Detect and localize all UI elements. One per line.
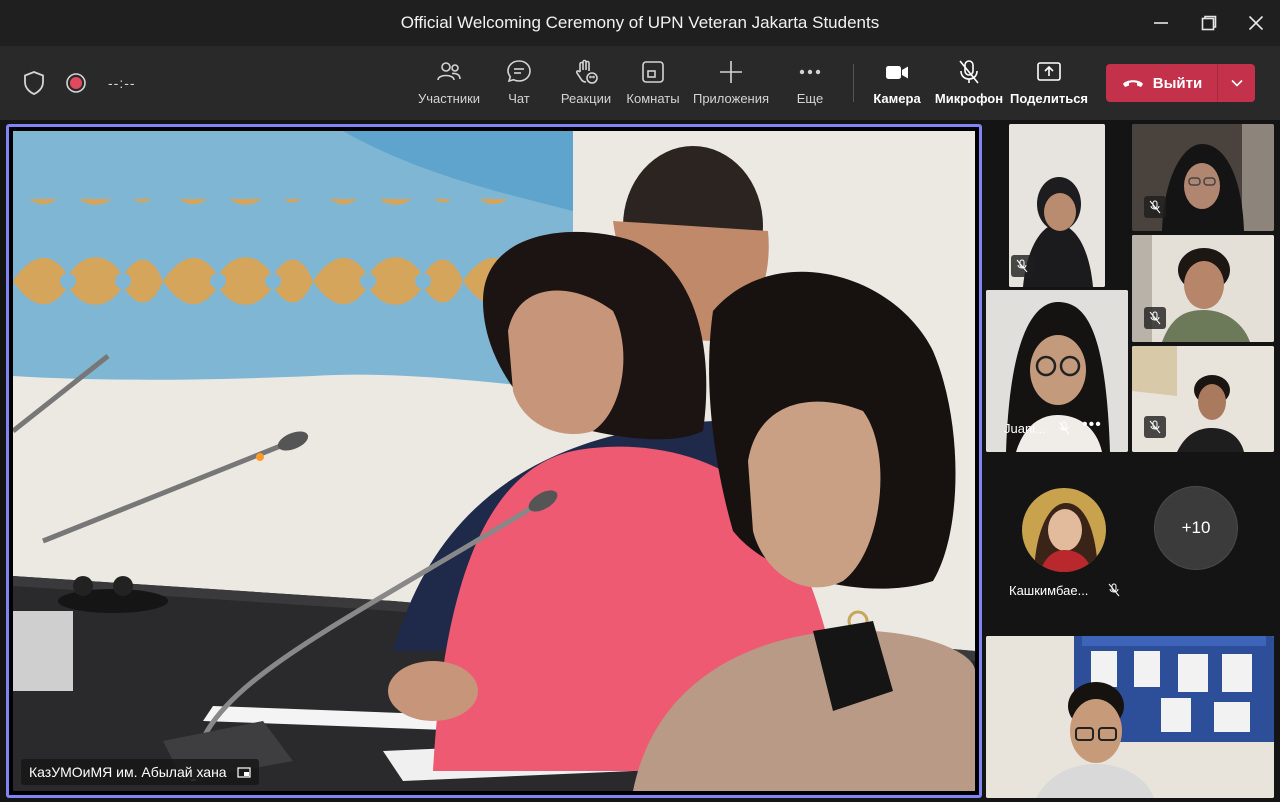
avatar: [1022, 488, 1106, 572]
more-button[interactable]: Еще: [770, 58, 850, 106]
close-button[interactable]: [1241, 8, 1271, 38]
chat-icon: [507, 60, 531, 83]
mic-off-icon: [1149, 420, 1161, 434]
participant-tile-4[interactable]: [1132, 346, 1274, 452]
mic-off-icon: [1149, 200, 1161, 214]
share-screen-icon: [1037, 62, 1061, 81]
minimize-button[interactable]: [1146, 8, 1176, 38]
participant-tile-2[interactable]: [1132, 124, 1274, 231]
participant-tile-1[interactable]: [1009, 124, 1105, 287]
share-button[interactable]: Поделиться: [1009, 58, 1089, 106]
self-view-video: [986, 636, 1274, 798]
recording-icon: [66, 73, 86, 93]
participants-button[interactable]: Участники: [409, 58, 489, 106]
maximize-button[interactable]: [1194, 8, 1224, 38]
leave-button[interactable]: Выйти: [1106, 64, 1217, 102]
leave-button-group: Выйти: [1106, 64, 1255, 102]
plus-icon: [720, 61, 742, 83]
conference-table-video-frame: [13, 131, 975, 791]
rooms-button[interactable]: Комнаты: [613, 58, 693, 106]
camera-label: Камера: [873, 91, 921, 106]
participant-tile-3[interactable]: [1132, 235, 1274, 342]
microphone-button[interactable]: Микрофон: [929, 58, 1009, 106]
speaker-video: [13, 131, 975, 791]
hand-emoji-icon: [575, 59, 598, 84]
pin-icon[interactable]: [236, 765, 251, 779]
ellipsis-icon: [799, 69, 821, 75]
camera-button[interactable]: Камера: [857, 58, 937, 106]
reactions-label: Реакции: [560, 91, 612, 106]
apps-label: Приложения: [692, 91, 770, 106]
more-label: Еще: [796, 91, 824, 106]
meeting-timer: --:--: [108, 75, 136, 91]
chat-label: Чат: [508, 91, 530, 106]
apps-button[interactable]: Приложения: [691, 58, 771, 106]
mic-off-icon: [1016, 259, 1028, 273]
microphone-label: Микрофон: [934, 91, 1004, 106]
leave-label: Выйти: [1152, 74, 1203, 92]
share-label: Поделиться: [1009, 91, 1089, 106]
participant-tile-juani[interactable]: Juani... •••: [986, 290, 1128, 452]
self-view-tile[interactable]: [986, 636, 1274, 798]
window-title: Official Welcoming Ceremony of UPN Veter…: [400, 13, 880, 32]
meeting-toolbar: --:-- Участники Чат Реакции Комнаты Прил…: [0, 46, 1280, 120]
minimize-icon: [1154, 22, 1168, 24]
restore-icon: [1201, 15, 1217, 31]
speaker-name-tag: КазУМОиМЯ им. Абылай хана: [21, 759, 259, 785]
more-participants-button[interactable]: +10: [1154, 486, 1238, 570]
rooms-label: Комнаты: [626, 91, 680, 106]
mic-off-icon: [1149, 311, 1161, 325]
participant-more-options[interactable]: •••: [1082, 416, 1102, 434]
mic-off-icon: [1108, 583, 1120, 597]
participants-label: Участники: [417, 91, 481, 106]
muted-badge: [1011, 255, 1033, 277]
toolbar-divider: [853, 64, 854, 102]
muted-badge: [1144, 416, 1166, 438]
muted-badge: [1144, 307, 1166, 329]
people-icon: [437, 62, 461, 81]
close-icon: [1248, 15, 1264, 31]
mic-off-icon: [1058, 421, 1070, 435]
participant-avatar-kashkimbaeva[interactable]: [1022, 488, 1106, 572]
video-camera-icon: [886, 66, 908, 79]
leave-options-button[interactable]: [1218, 64, 1255, 102]
mic-off-icon: [959, 60, 979, 84]
participant-name-kashkimbaeva: Кашкимбае...: [1009, 583, 1089, 598]
title-bar: Official Welcoming Ceremony of UPN Veter…: [0, 0, 1280, 46]
participant-name-juani: Juani...: [1004, 421, 1046, 436]
main-video-stage[interactable]: КазУМОиМЯ им. Абылай хана: [6, 124, 982, 798]
shield-icon[interactable]: [22, 70, 46, 96]
speaker-name: КазУМОиМЯ им. Абылай хана: [29, 764, 227, 780]
muted-badge: [1144, 196, 1166, 218]
hang-up-icon: [1122, 80, 1143, 87]
chevron-down-icon: [1230, 79, 1243, 87]
breakout-rooms-icon: [642, 61, 664, 83]
